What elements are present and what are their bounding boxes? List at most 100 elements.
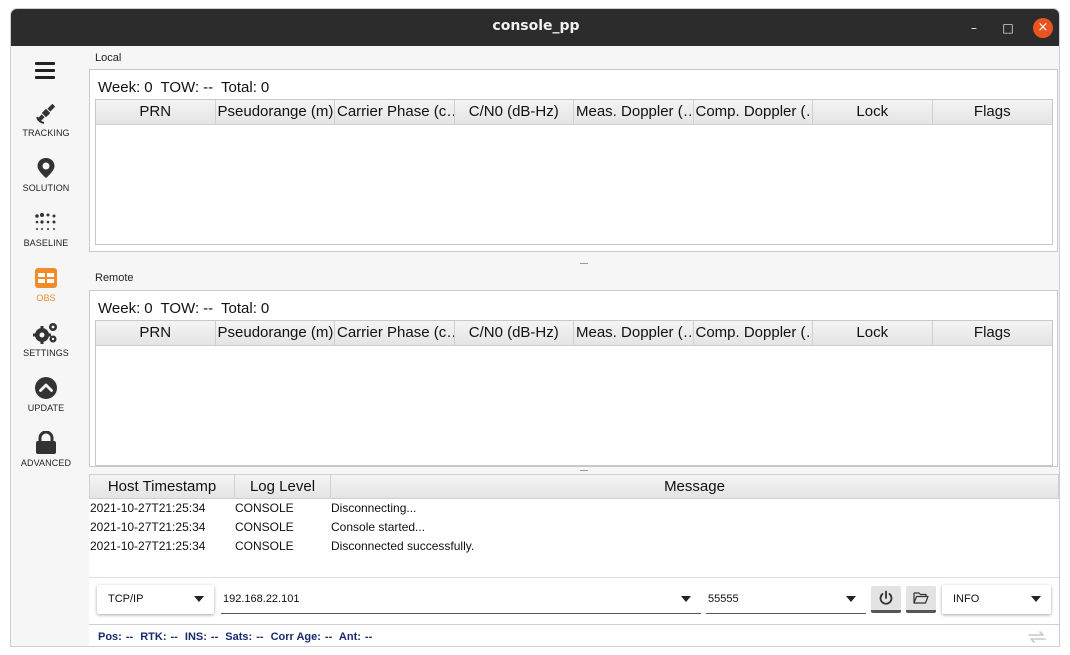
remote-panel-title: Remote	[95, 272, 134, 284]
open-file-button[interactable]	[906, 586, 936, 613]
column-header-meas-doppler[interactable]: Meas. Doppler (…	[574, 100, 694, 124]
local-panel: Week: 0 TOW: -- Total: 0 PRN Pseudorange (m…	[89, 69, 1058, 252]
remote-panel: Week: 0 TOW: -- Total: 0 PRN Pseudorange (m…	[89, 290, 1058, 467]
table-row[interactable]: 2021-10-27T21:25:34 CONSOLE Disconnectin…	[89, 499, 1059, 518]
sidebar-item-label: TRACKING	[22, 128, 70, 138]
column-header-comp-doppler[interactable]: Comp. Doppler (…	[694, 321, 813, 345]
week-value: 0	[144, 300, 153, 317]
satellite-icon	[36, 103, 56, 124]
remote-obs-table[interactable]: PRN Pseudorange (m) Carrier Phase (c… C/…	[95, 320, 1053, 466]
column-header-log-level[interactable]: Log Level	[235, 475, 331, 498]
column-header-cn0[interactable]: C/N0 (dB-Hz)	[455, 321, 574, 345]
rtk-value: --	[170, 631, 178, 643]
total-label: Total:	[221, 79, 257, 96]
column-header-lock[interactable]: Lock	[813, 100, 933, 124]
chevron-down-icon	[1031, 596, 1041, 602]
log-timestamp: 2021-10-27T21:25:34	[90, 501, 206, 515]
tow-value: --	[203, 79, 214, 96]
sidebar-item-label: OBS	[36, 293, 56, 303]
column-header-prn[interactable]: PRN	[96, 321, 216, 345]
log-message: Disconnecting...	[331, 501, 417, 515]
week-label: Week:	[98, 79, 141, 96]
log-level: CONSOLE	[235, 501, 294, 515]
column-header-flags[interactable]: Flags	[933, 321, 1053, 345]
local-obs-table[interactable]: PRN Pseudorange (m) Carrier Phase (c… C/…	[95, 99, 1053, 245]
week-value: 0	[144, 79, 153, 96]
log-level: CONSOLE	[235, 539, 294, 553]
sidebar-item-label: BASELINE	[23, 238, 69, 248]
table-header: PRN Pseudorange (m) Carrier Phase (c… C/…	[96, 100, 1052, 125]
close-button[interactable]: ×	[1033, 18, 1053, 38]
column-header-meas-doppler[interactable]: Meas. Doppler (…	[574, 321, 694, 345]
title-bar: console_pp – □ ×	[11, 9, 1059, 46]
ant-value: --	[364, 631, 373, 643]
table-header: PRN Pseudorange (m) Carrier Phase (c… C/…	[96, 321, 1052, 346]
port-combo[interactable]: 55555	[706, 585, 866, 614]
sidebar-item-label: SOLUTION	[22, 183, 70, 193]
ins-label: INS:	[184, 631, 207, 643]
column-header-message[interactable]: Message	[331, 475, 1058, 498]
dots-grid-icon	[35, 213, 56, 230]
log-timestamp: 2021-10-27T21:25:34	[90, 539, 206, 553]
tow-label: TOW:	[160, 300, 200, 317]
minimize-button[interactable]: –	[964, 18, 984, 38]
total-value: 0	[260, 79, 270, 96]
chevron-down-icon	[681, 596, 691, 602]
connection-type-dropdown[interactable]: TCP/IP	[97, 585, 214, 614]
table-row[interactable]: 2021-10-27T21:25:34 CONSOLE Disconnected…	[89, 537, 1059, 556]
table-icon	[35, 268, 57, 288]
sidebar-item-update[interactable]: UPDATE	[11, 376, 81, 426]
column-header-pseudorange[interactable]: Pseudorange (m)	[216, 100, 335, 124]
table-row[interactable]: 2021-10-27T21:25:34 CONSOLE Console star…	[89, 518, 1059, 537]
main-content: Local Week: 0 TOW: -- Total: 0 PRN Pseudora…	[89, 46, 1059, 646]
log-table-header: Host Timestamp Log Level Message	[89, 474, 1059, 499]
connect-power-button[interactable]	[871, 586, 901, 613]
log-message: Console started...	[331, 520, 426, 534]
ins-value: --	[210, 631, 219, 643]
sidebar-item-tracking[interactable]: TRACKING	[11, 101, 81, 151]
connection-type-value: TCP/IP	[108, 593, 144, 605]
column-header-comp-doppler[interactable]: Comp. Doppler (…	[694, 100, 813, 124]
total-label: Total:	[221, 300, 257, 317]
splitter-handle[interactable]	[580, 263, 588, 264]
sidebar-item-settings[interactable]: SETTINGS	[11, 321, 81, 371]
sidebar-item-label: UPDATE	[27, 403, 65, 413]
column-header-cn0[interactable]: C/N0 (dB-Hz)	[455, 100, 574, 124]
splitter-handle[interactable]	[580, 470, 588, 471]
column-header-lock[interactable]: Lock	[813, 321, 933, 345]
sats-label: Sats:	[225, 631, 253, 643]
pos-label: Pos:	[98, 631, 122, 643]
sync-arrows-icon	[1028, 631, 1046, 643]
local-panel-title: Local	[95, 52, 122, 64]
column-header-flags[interactable]: Flags	[933, 100, 1053, 124]
week-label: Week:	[98, 300, 141, 317]
host-address-combo[interactable]: 192.168.22.101	[221, 585, 701, 614]
tow-label: TOW:	[160, 79, 200, 96]
sidebar-item-obs[interactable]: OBS	[11, 266, 81, 316]
log-timestamp: 2021-10-27T21:25:34	[90, 520, 206, 534]
rtk-label: RTK:	[140, 631, 167, 643]
sidebar-item-advanced[interactable]: ADVANCED	[11, 431, 81, 481]
column-header-carrier-phase[interactable]: Carrier Phase (c…	[335, 321, 455, 345]
window-title: console_pp	[492, 18, 580, 34]
folder-open-icon	[913, 592, 929, 604]
hamburger-menu-icon[interactable]	[35, 62, 55, 79]
log-level: CONSOLE	[235, 520, 294, 534]
status-text: Pos: -- RTK: -- INS: -- Sats: -- Corr Age: --…	[98, 631, 376, 643]
total-value: 0	[260, 300, 270, 317]
chevron-up-circle-icon	[35, 377, 57, 399]
column-header-prn[interactable]: PRN	[96, 100, 216, 124]
maximize-button[interactable]: □	[998, 18, 1018, 38]
column-header-host-timestamp[interactable]: Host Timestamp	[90, 475, 235, 498]
log-level-dropdown[interactable]: INFO	[942, 585, 1051, 614]
map-pin-icon	[37, 158, 55, 178]
lock-icon	[36, 431, 56, 454]
sidebar-item-label: SETTINGS	[23, 348, 69, 358]
sidebar-item-solution[interactable]: SOLUTION	[11, 156, 81, 206]
column-header-pseudorange[interactable]: Pseudorange (m)	[216, 321, 335, 345]
sidebar-item-baseline[interactable]: BASELINE	[11, 211, 81, 261]
chevron-down-icon	[194, 596, 204, 602]
column-header-carrier-phase[interactable]: Carrier Phase (c…	[335, 100, 455, 124]
gears-icon	[33, 323, 57, 344]
app-window: console_pp – □ × TRACKING SOLUTION BASEL…	[10, 8, 1060, 647]
